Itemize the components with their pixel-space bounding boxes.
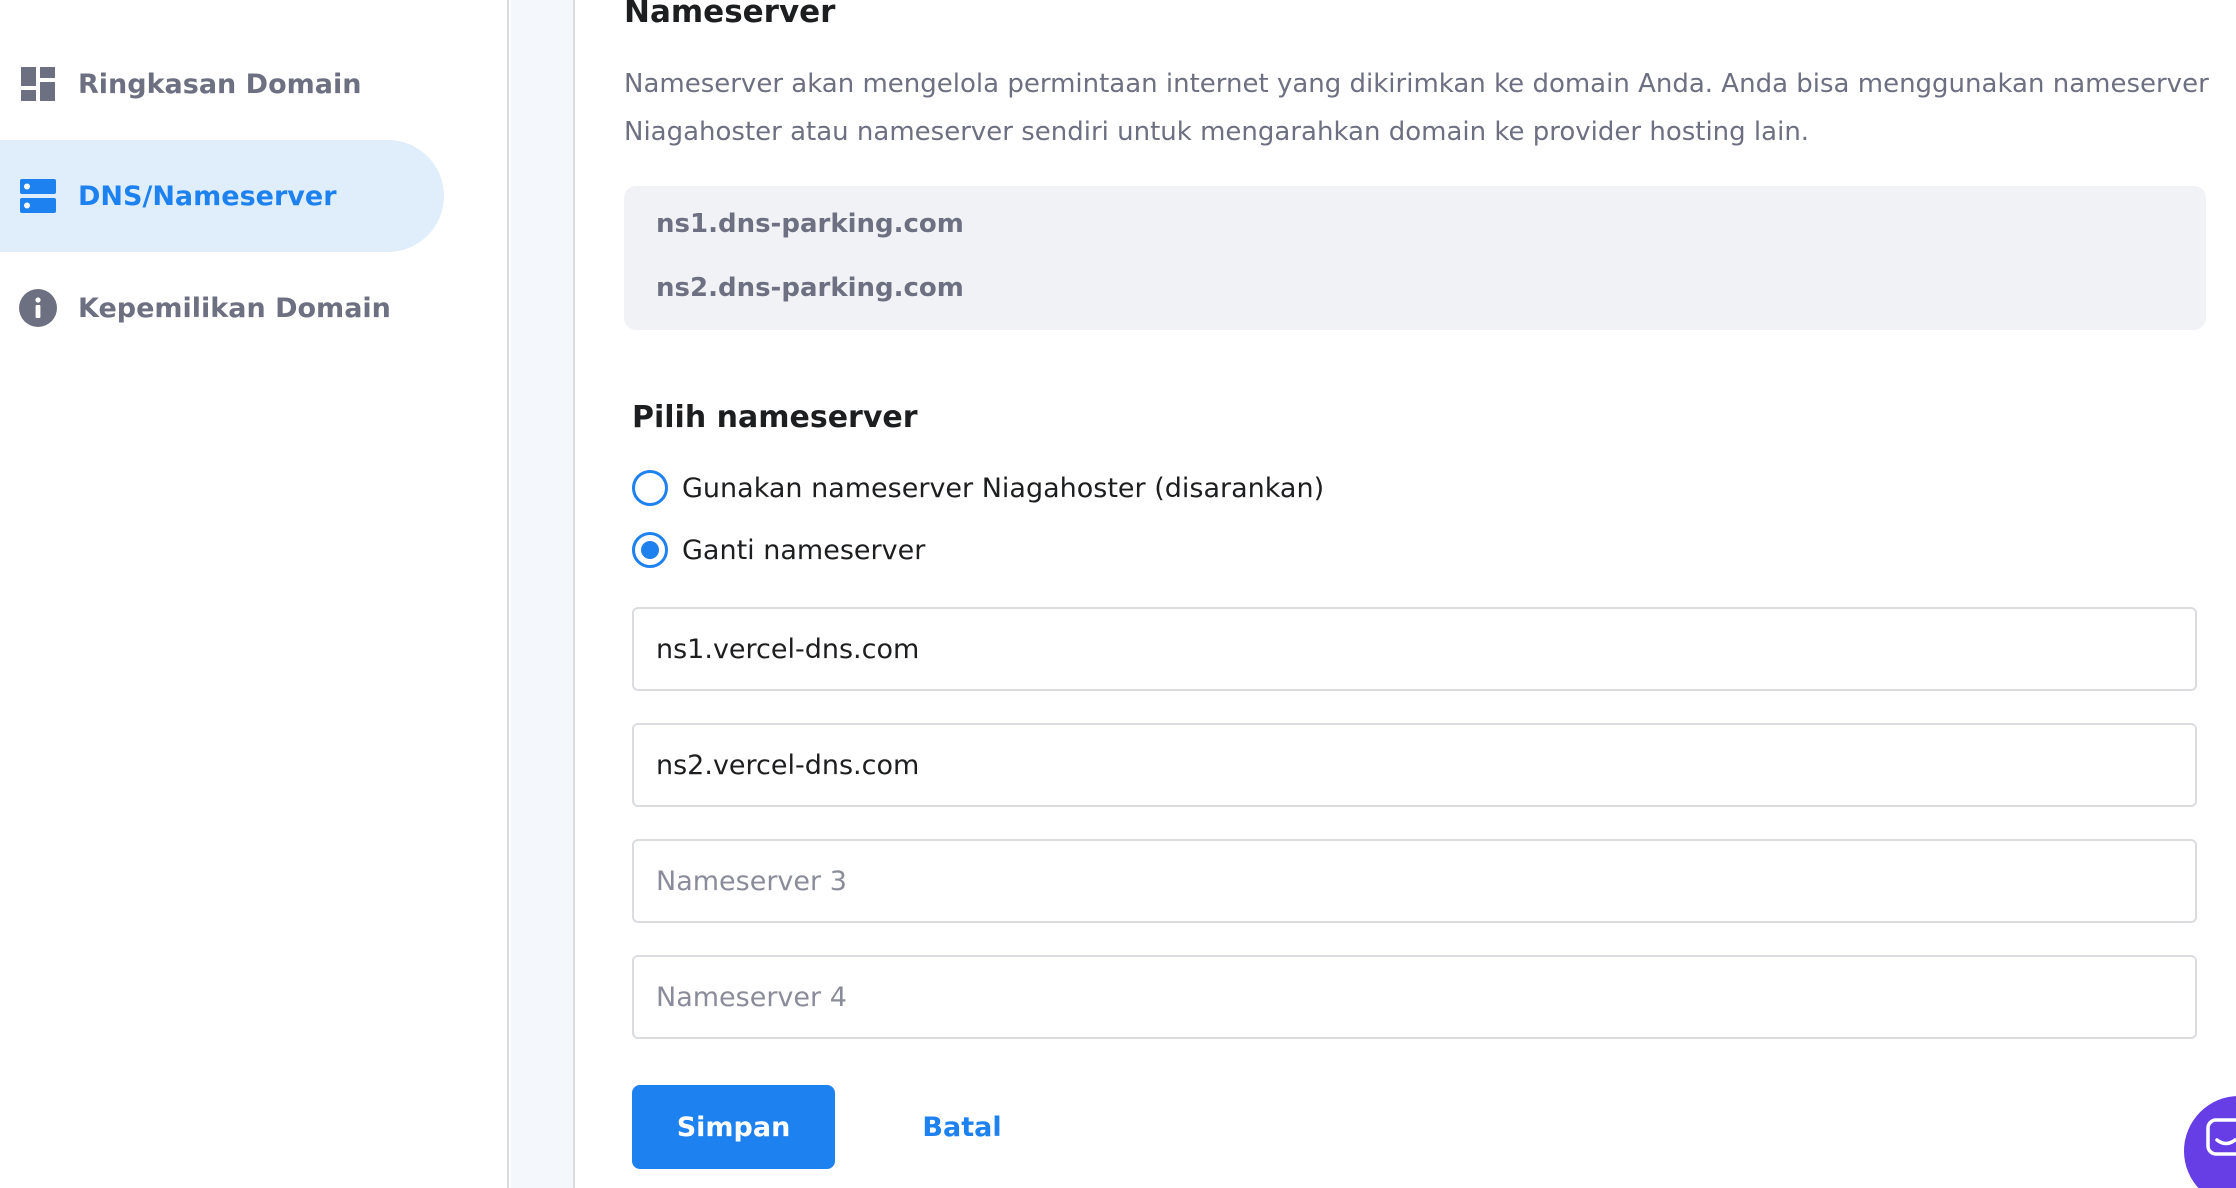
current-nameserver-2: ns2.dns-parking.com [656,273,964,303]
radio-dot [641,541,659,559]
choose-nameserver-title: Pilih nameserver [632,400,918,435]
radio-change-nameserver[interactable]: Ganti nameserver [632,532,925,568]
content-gutter [511,0,575,1188]
current-nameservers-box: ns1.dns-parking.com ns2.dns-parking.com [624,186,2206,330]
radio-label: Gunakan nameserver Niagahoster (disarank… [682,472,1325,504]
nameserver-2-input[interactable] [632,723,2197,807]
info-icon [18,288,58,328]
cancel-button[interactable]: Batal [887,1085,1037,1169]
radio-use-niagahoster[interactable]: Gunakan nameserver Niagahoster (disarank… [632,470,1324,506]
sidebar-item-dns-nameserver[interactable]: DNS/Nameserver [0,140,444,252]
sidebar-item-kepemilikan-domain[interactable]: Kepemilikan Domain [0,252,444,364]
nameserver-panel: Nameserver Nameserver akan mengelola per… [577,0,2236,1188]
radio-button-selected[interactable] [632,532,668,568]
sidebar-item-label: DNS/Nameserver [78,180,337,212]
sidebar: Ringkasan Domain DNS/Nameserver Kepemili… [0,0,509,1188]
sidebar-item-ringkasan-domain[interactable]: Ringkasan Domain [0,28,444,140]
nameserver-3-input[interactable] [632,839,2197,923]
sidebar-item-label: Kepemilikan Domain [78,292,391,324]
save-button[interactable]: Simpan [632,1085,835,1169]
nameserver-4-input[interactable] [632,955,2197,1039]
radio-button-unselected[interactable] [632,470,668,506]
dashboard-icon [18,64,58,104]
dns-server-icon [18,176,58,216]
section-title: Nameserver [624,0,836,30]
nameserver-1-input[interactable] [632,607,2197,691]
sidebar-item-label: Ringkasan Domain [78,68,362,100]
radio-label: Ganti nameserver [682,534,926,566]
section-description: Nameserver akan mengelola permintaan int… [624,69,2209,147]
chat-icon [2206,1118,2236,1162]
current-nameserver-1: ns1.dns-parking.com [656,209,964,239]
